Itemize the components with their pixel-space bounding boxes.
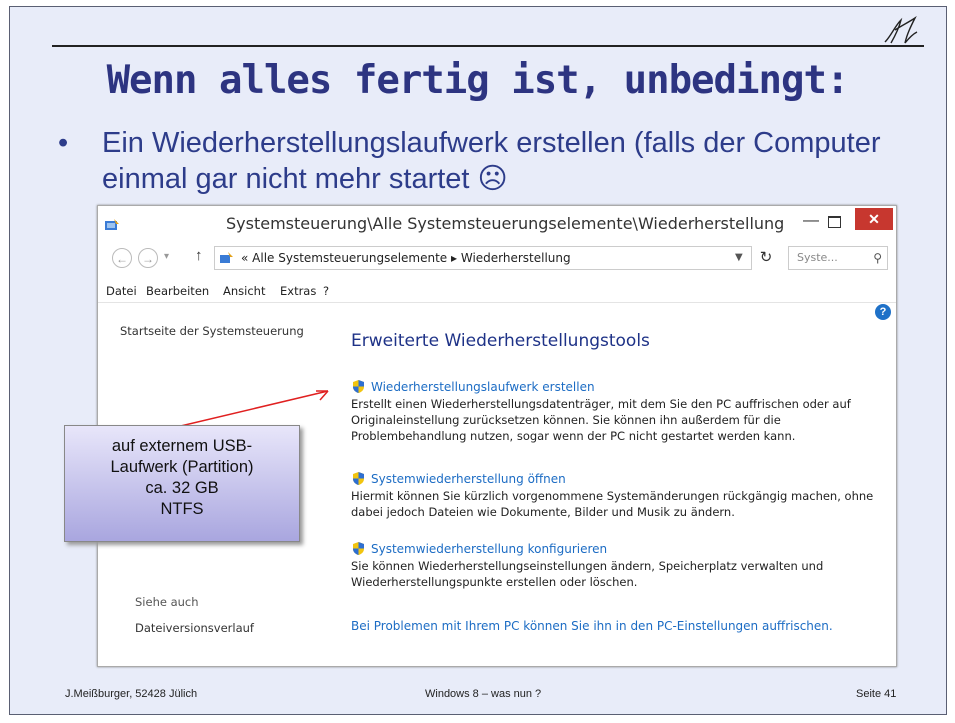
forward-button[interactable]: →	[138, 248, 158, 268]
maximize-button[interactable]	[823, 212, 845, 232]
usb-callout: auf externem USB- Laufwerk (Partition) c…	[64, 425, 300, 542]
footer-page-number: Seite 41	[856, 688, 897, 700]
close-button[interactable]: ✕	[855, 208, 893, 230]
task-description: Sie können Wiederherstellungseinstellung…	[351, 559, 824, 589]
control-panel-icon	[105, 219, 119, 230]
refresh-icon[interactable]: ↻	[754, 246, 778, 270]
menu-ansicht[interactable]: Ansicht	[223, 284, 265, 298]
shield-icon	[353, 542, 364, 555]
menu-help[interactable]: ?	[323, 284, 329, 298]
chevron-down-icon[interactable]: ▼	[735, 247, 743, 269]
back-button[interactable]: ←	[112, 248, 132, 268]
signature-logo	[884, 16, 918, 44]
menu-bearbeiten[interactable]: Bearbeiten	[146, 284, 209, 298]
refresh-pc-link[interactable]: Bei Problemen mit Ihrem PC können Sie ih…	[351, 619, 833, 633]
address-row: ← → ▾ ↑ « Alle Systemsteuerungselemente …	[98, 244, 896, 276]
up-arrow-icon[interactable]: ↑	[195, 247, 203, 264]
minimize-button[interactable]: —	[800, 212, 822, 232]
shield-icon	[353, 380, 364, 393]
task-description: Hiermit können Sie kürzlich vorgenommene…	[351, 489, 874, 519]
top-divider	[52, 45, 924, 47]
menu-extras[interactable]: Extras	[280, 284, 316, 298]
search-placeholder: Syste...	[797, 251, 838, 264]
footer-title: Windows 8 – was nun ?	[425, 688, 542, 700]
recent-locations-icon[interactable]: ▾	[164, 251, 169, 262]
callout-line: ca. 32 GB	[145, 479, 219, 497]
bullet-marker: •	[58, 127, 69, 159]
task-link-label: Systemwiederherstellung konfigurieren	[371, 542, 608, 556]
bullet-text: Ein Wiederherstellungslaufwerk erstellen…	[102, 127, 881, 195]
create-recovery-drive-link[interactable]: Wiederherstellungslaufwerk erstellen	[351, 378, 886, 396]
open-system-restore-link[interactable]: Systemwiederherstellung öffnen	[351, 470, 886, 488]
shield-icon	[353, 472, 364, 485]
file-history-link[interactable]: Dateiversionsverlauf	[135, 621, 254, 635]
window-titlebar[interactable]: Systemsteuerung\Alle Systemsteuerungsele…	[98, 206, 896, 242]
breadcrumb[interactable]: « Alle Systemsteuerungselemente ▸ Wieder…	[241, 247, 571, 269]
task-description: Erstellt einen Wiederherstellungsdatentr…	[351, 397, 851, 443]
task-configure-restore: Systemwiederherstellung konfigurieren Si…	[351, 540, 886, 590]
see-also-label: Siehe auch	[135, 595, 199, 609]
search-input[interactable]: Syste... ⚲	[788, 246, 888, 270]
section-heading: Erweiterte Wiederherstellungstools	[351, 331, 650, 351]
sidebar-home-link[interactable]: Startseite der Systemsteuerung	[120, 324, 304, 338]
task-recovery-drive: Wiederherstellungslaufwerk erstellen Ers…	[351, 378, 886, 444]
help-icon[interactable]: ?	[875, 304, 891, 320]
search-icon: ⚲	[873, 251, 882, 265]
menu-datei[interactable]: Datei	[106, 284, 137, 298]
configure-system-restore-link[interactable]: Systemwiederherstellung konfigurieren	[351, 540, 886, 558]
window-title: Systemsteuerung\Alle Systemsteuerungsele…	[226, 214, 785, 233]
maximize-icon	[828, 216, 841, 228]
task-system-restore: Systemwiederherstellung öffnen Hiermit k…	[351, 470, 886, 520]
task-link-label: Wiederherstellungslaufwerk erstellen	[371, 380, 595, 394]
control-panel-small-icon	[220, 252, 233, 263]
menu-bar: Datei Bearbeiten Ansicht Extras ?	[98, 280, 896, 303]
address-bar[interactable]: « Alle Systemsteuerungselemente ▸ Wieder…	[214, 246, 752, 270]
task-link-label: Systemwiederherstellung öffnen	[371, 472, 566, 486]
slide-title: Wenn alles fertig ist, unbedingt:	[106, 58, 850, 103]
callout-line: NTFS	[160, 500, 204, 518]
callout-line: auf externem USB-	[111, 437, 253, 455]
footer-author: J.Meißburger, 52428 Jülich	[65, 688, 198, 700]
callout-line: Laufwerk (Partition)	[110, 458, 254, 476]
